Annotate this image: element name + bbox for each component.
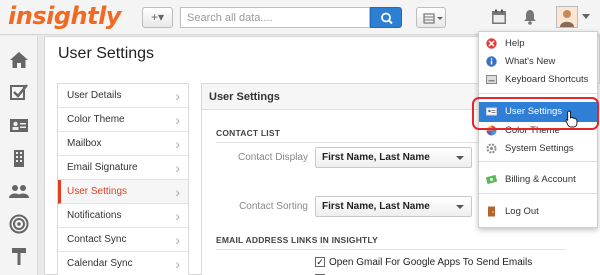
section-divider (216, 249, 566, 250)
settings-nav-item-user-details[interactable]: User Details (58, 84, 188, 108)
chevron-down-icon (456, 156, 464, 160)
view-switch-button[interactable] (416, 7, 446, 28)
search-button[interactable] (370, 7, 402, 28)
menu-item-keyboard-shortcuts[interactable]: Keyboard Shortcuts (479, 70, 597, 90)
settings-nav-item-user-settings[interactable]: User Settings (58, 180, 188, 204)
settings-nav-item-contact-sync[interactable]: Contact Sync (58, 228, 188, 252)
settings-nav-item-email-signature[interactable]: Email Signature (58, 156, 188, 180)
menu-item-label: What's New (505, 56, 556, 67)
calendar-icon[interactable] (491, 9, 507, 25)
contact-list-section-title: CONTACT LIST (216, 128, 281, 138)
menu-divider (479, 93, 597, 94)
organizations-building-icon[interactable] (9, 148, 29, 168)
home-icon[interactable] (9, 50, 29, 70)
tasks-check-icon[interactable] (9, 82, 29, 102)
menu-divider (479, 193, 597, 194)
contact-display-label: Contact Display (237, 152, 308, 163)
door-icon (488, 206, 495, 217)
contacts-card-icon[interactable] (9, 115, 29, 135)
search-icon (381, 12, 393, 25)
contact-display-value: First Name, Last Name (322, 152, 430, 163)
gmail-checkbox[interactable]: ✓ (315, 257, 325, 267)
info-icon (486, 56, 497, 67)
money-icon (486, 174, 497, 185)
settings-nav-item-notifications[interactable]: Notifications (58, 204, 188, 228)
menu-item-billing-account[interactable]: Billing & Account (479, 170, 597, 190)
menu-item-label: Billing & Account (505, 174, 576, 185)
avatar-menu-caret-icon[interactable] (582, 14, 590, 19)
settings-nav-list: User Details Color Theme Mailbox Email S… (57, 83, 189, 275)
add-new-button[interactable]: +▾ (142, 7, 173, 28)
page-title: User Settings (58, 45, 155, 62)
top-bar: insightly +▾ Search all data.... (0, 0, 600, 35)
chevron-down-icon (456, 205, 464, 209)
insightly-logo[interactable]: insightly (8, 2, 121, 30)
menu-item-label: Keyboard Shortcuts (505, 74, 589, 85)
email-links-section-title: EMAIL ADDRESS LINKS IN INSIGHTLY (216, 235, 378, 245)
hand-pointer-cursor-icon (565, 110, 578, 128)
settings-nav-item-color-theme[interactable]: Color Theme (58, 108, 188, 132)
left-navigation (0, 36, 38, 275)
menu-item-log-out[interactable]: Log Out (479, 202, 597, 222)
bell-icon[interactable] (523, 9, 537, 25)
hammer-icon[interactable] (9, 246, 29, 266)
settings-nav-item-mailbox[interactable]: Mailbox (58, 132, 188, 156)
gear-icon (486, 143, 497, 154)
menu-item-label: Log Out (505, 206, 539, 217)
help-icon (486, 38, 497, 49)
target-icon[interactable] (9, 214, 29, 234)
contact-sorting-select[interactable]: First Name, Last Name (315, 196, 472, 217)
keyboard-icon (486, 75, 497, 84)
user-avatar[interactable] (556, 6, 578, 28)
contact-display-select[interactable]: First Name, Last Name (315, 147, 472, 168)
menu-item-whats-new[interactable]: What's New (479, 52, 597, 72)
menu-item-label: System Settings (505, 143, 574, 154)
menu-divider (479, 161, 597, 162)
contact-sorting-value: First Name, Last Name (322, 201, 430, 212)
menu-item-system-settings[interactable]: System Settings (479, 139, 597, 159)
grid-icon (423, 13, 443, 24)
highlight-annotation-ring (472, 97, 599, 130)
gmail-option-label: Open Gmail For Google Apps To Send Email… (329, 257, 533, 268)
people-group-icon[interactable] (9, 181, 29, 201)
settings-nav-item-calendar-sync[interactable]: Calendar Sync (58, 252, 188, 275)
menu-item-help[interactable]: Help (479, 34, 597, 54)
search-input[interactable]: Search all data.... (180, 7, 370, 28)
user-silhouette-icon (560, 10, 574, 27)
contact-sorting-label: Contact Sorting (239, 201, 308, 212)
menu-item-label: Help (505, 38, 525, 49)
